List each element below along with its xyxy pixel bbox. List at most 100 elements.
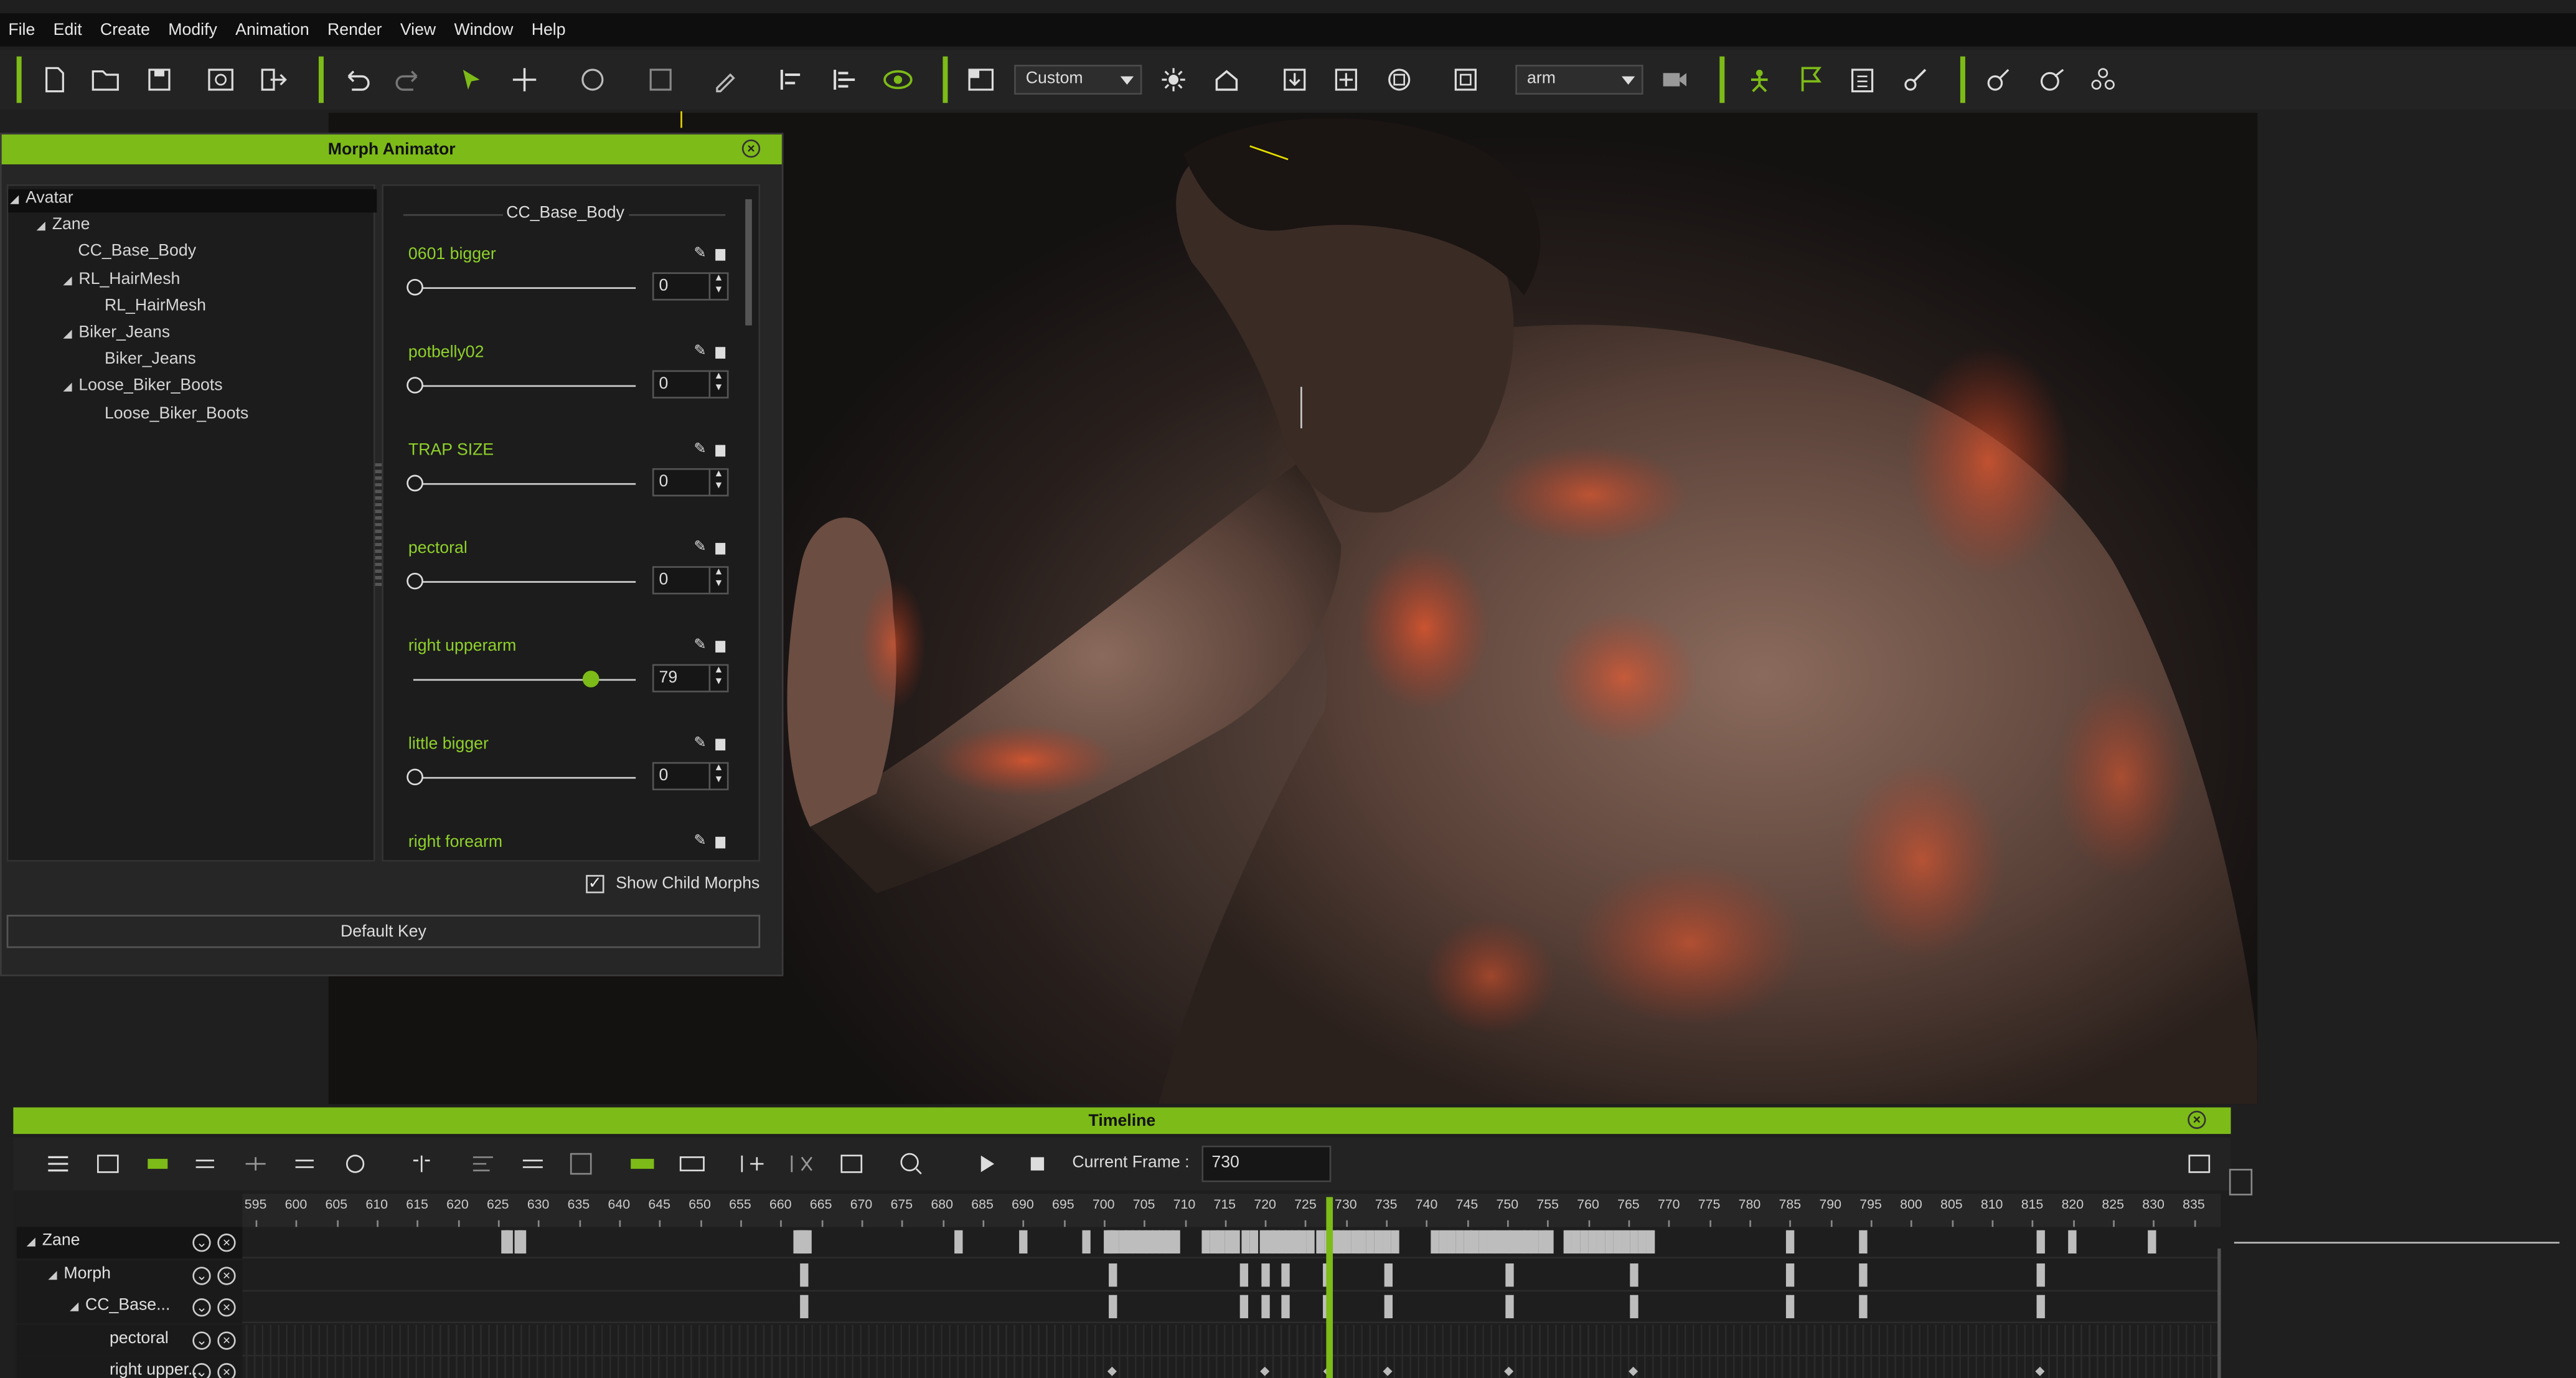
menu-help[interactable]: Help (532, 21, 566, 39)
morph-slider-list[interactable]: CC_Base_Body 0601 bigger ✎ 0 ▲ ▼ potbelly02 ✎ 0… (382, 184, 761, 862)
track-menu-icon[interactable]: ⌄ (192, 1298, 211, 1317)
new-file-icon[interactable] (40, 65, 70, 95)
rotate-icon[interactable] (578, 65, 608, 95)
edit-pencil-icon[interactable]: ✎ (694, 636, 707, 654)
keyframe-marker[interactable] (1596, 1230, 1605, 1254)
edit-pencil-icon[interactable]: ✎ (694, 342, 707, 360)
morph-slider-track[interactable] (413, 679, 636, 681)
track-menu-icon[interactable]: ⌄ (192, 1266, 211, 1285)
scale-icon[interactable] (646, 65, 675, 95)
morph-slider-handle[interactable] (407, 278, 423, 296)
playhead[interactable] (1326, 1197, 1333, 1378)
spin-arrows-icon[interactable]: ▲ ▼ (708, 273, 727, 299)
keyframe-marker[interactable] (1109, 1295, 1117, 1319)
keyframe-marker[interactable] (1455, 1230, 1464, 1254)
keyframe-marker[interactable] (2036, 1295, 2045, 1319)
collect-clip-icon[interactable] (93, 1149, 123, 1179)
open-folder-icon[interactable] (92, 65, 121, 95)
look-at-icon[interactable] (2037, 65, 2067, 95)
stop-icon[interactable] (1022, 1149, 1052, 1179)
morph-slider-track[interactable] (413, 776, 636, 779)
stretch-icon[interactable] (677, 1149, 707, 1179)
morph-slider-handle[interactable] (407, 768, 423, 786)
save-icon[interactable] (144, 65, 174, 95)
keyframe-marker[interactable] (1859, 1295, 1868, 1319)
timeline-settings-icon[interactable] (2184, 1149, 2214, 1179)
flag-icon[interactable] (1796, 65, 1826, 95)
track-keyframe-area[interactable] (246, 1259, 2221, 1291)
expand-triangle-icon[interactable]: ◢ (63, 275, 72, 287)
track-header[interactable]: ◢ CC_Base... ⌄ × (16, 1291, 243, 1324)
keyframe-marker[interactable] (1261, 1295, 1270, 1319)
keyframe-marker[interactable] (1447, 1230, 1456, 1254)
keyframe-marker[interactable] (1374, 1230, 1383, 1254)
morph-value-spinbox[interactable]: 0 ▲ ▼ (652, 468, 729, 497)
spin-arrows-icon[interactable]: ▲ ▼ (708, 372, 727, 397)
insert-track-icon[interactable] (241, 1149, 271, 1179)
keyframe-marker[interactable] (1505, 1295, 1514, 1319)
keyframe-marker[interactable] (1493, 1230, 1503, 1254)
morph-value-spinbox[interactable]: 0 ▲ ▼ (652, 566, 729, 595)
panel-dock-icon[interactable] (2229, 1169, 2253, 1196)
track-remove-icon[interactable]: × (217, 1298, 236, 1317)
play-icon[interactable] (972, 1149, 1002, 1179)
keyframe-diamond[interactable] (1107, 1366, 1117, 1376)
key-range-icon[interactable] (628, 1149, 657, 1179)
keyframe-marker[interactable] (1110, 1230, 1119, 1254)
keyframe-marker[interactable] (504, 1230, 513, 1254)
trash-icon[interactable] (715, 248, 726, 261)
keyframe-marker[interactable] (1613, 1230, 1622, 1254)
keyframe-marker[interactable] (1431, 1230, 1439, 1254)
morph-slider-handle[interactable] (582, 671, 599, 687)
keyframe-marker[interactable] (1638, 1230, 1647, 1254)
morph-slider-handle[interactable] (407, 572, 423, 590)
edit-pencil-icon[interactable]: ✎ (694, 734, 707, 752)
timeline-track-row[interactable]: ◢ Zane ⌄ × (16, 1227, 2221, 1259)
avatar-tree[interactable]: ◢ Avatar ◢ Zane CC_Base_Body ◢ RL_HairMesh RL_H… (6, 184, 377, 862)
morph-slider-handle[interactable] (407, 474, 423, 492)
expand-triangle-icon[interactable]: ◢ (63, 329, 72, 341)
track-keyframe-area[interactable] (245, 1324, 2221, 1356)
menu-window[interactable]: Window (454, 21, 514, 39)
timeline-track-row[interactable]: right upper... ⌄ × (16, 1356, 2221, 1378)
track-keyframe-area[interactable] (246, 1227, 2221, 1258)
keyframe-marker[interactable] (1281, 1262, 1290, 1286)
edit-pencil-icon[interactable]: ✎ (694, 832, 707, 850)
camera-preset-dropdown[interactable]: Custom (1014, 64, 1142, 95)
select-arrow-icon[interactable] (456, 65, 486, 95)
edit-pencil-icon[interactable]: ✎ (694, 440, 707, 458)
menu-modify[interactable]: Modify (168, 21, 217, 39)
menu-render[interactable]: Render (327, 21, 382, 39)
keyframe-marker[interactable] (1545, 1230, 1554, 1254)
keyframe-marker[interactable] (1646, 1230, 1655, 1254)
keyframe-marker[interactable] (1478, 1230, 1488, 1254)
expand-triangle-icon[interactable]: ◢ (37, 221, 45, 233)
track-remove-icon[interactable]: × (217, 1234, 236, 1252)
current-frame-input[interactable]: 730 (1201, 1145, 1332, 1182)
tree-node[interactable]: ◢ RL_HairMesh (63, 270, 180, 293)
fit-view-icon[interactable] (1450, 65, 1480, 95)
track-header[interactable]: pectoral ⌄ × (16, 1324, 243, 1356)
keyframe-diamond[interactable] (2035, 1366, 2045, 1376)
pick-parent-icon[interactable] (710, 65, 740, 95)
keyframe-marker[interactable] (1621, 1230, 1630, 1254)
tree-node[interactable]: ◢ Biker_Jeans (63, 324, 170, 347)
edit-pencil-icon[interactable]: ✎ (694, 244, 707, 262)
panel-title-bar[interactable]: Morph Animator × (1, 134, 782, 164)
timeline-title-bar[interactable]: Timeline × (13, 1107, 2231, 1135)
move-icon[interactable] (510, 65, 540, 95)
keyframe-marker[interactable] (1316, 1230, 1325, 1254)
track-menu-icon[interactable]: ⌄ (192, 1331, 211, 1349)
keyframe-marker[interactable] (803, 1230, 812, 1254)
remove-key-icon[interactable] (787, 1149, 817, 1179)
tree-node[interactable]: RL_HairMesh (105, 297, 206, 320)
keyframe-marker[interactable] (800, 1295, 809, 1319)
tree-node[interactable]: Biker_Jeans (105, 351, 196, 374)
list-scrollbar-thumb[interactable] (745, 199, 752, 326)
keyframe-marker[interactable] (1298, 1230, 1307, 1254)
keyframe-marker[interactable] (1366, 1230, 1375, 1254)
track-menu-icon[interactable]: ⌄ (192, 1234, 211, 1252)
sync-tracks-icon[interactable] (191, 1149, 221, 1179)
target-dropdown[interactable]: arm (1515, 64, 1643, 95)
keyframe-marker[interactable] (1630, 1262, 1638, 1286)
